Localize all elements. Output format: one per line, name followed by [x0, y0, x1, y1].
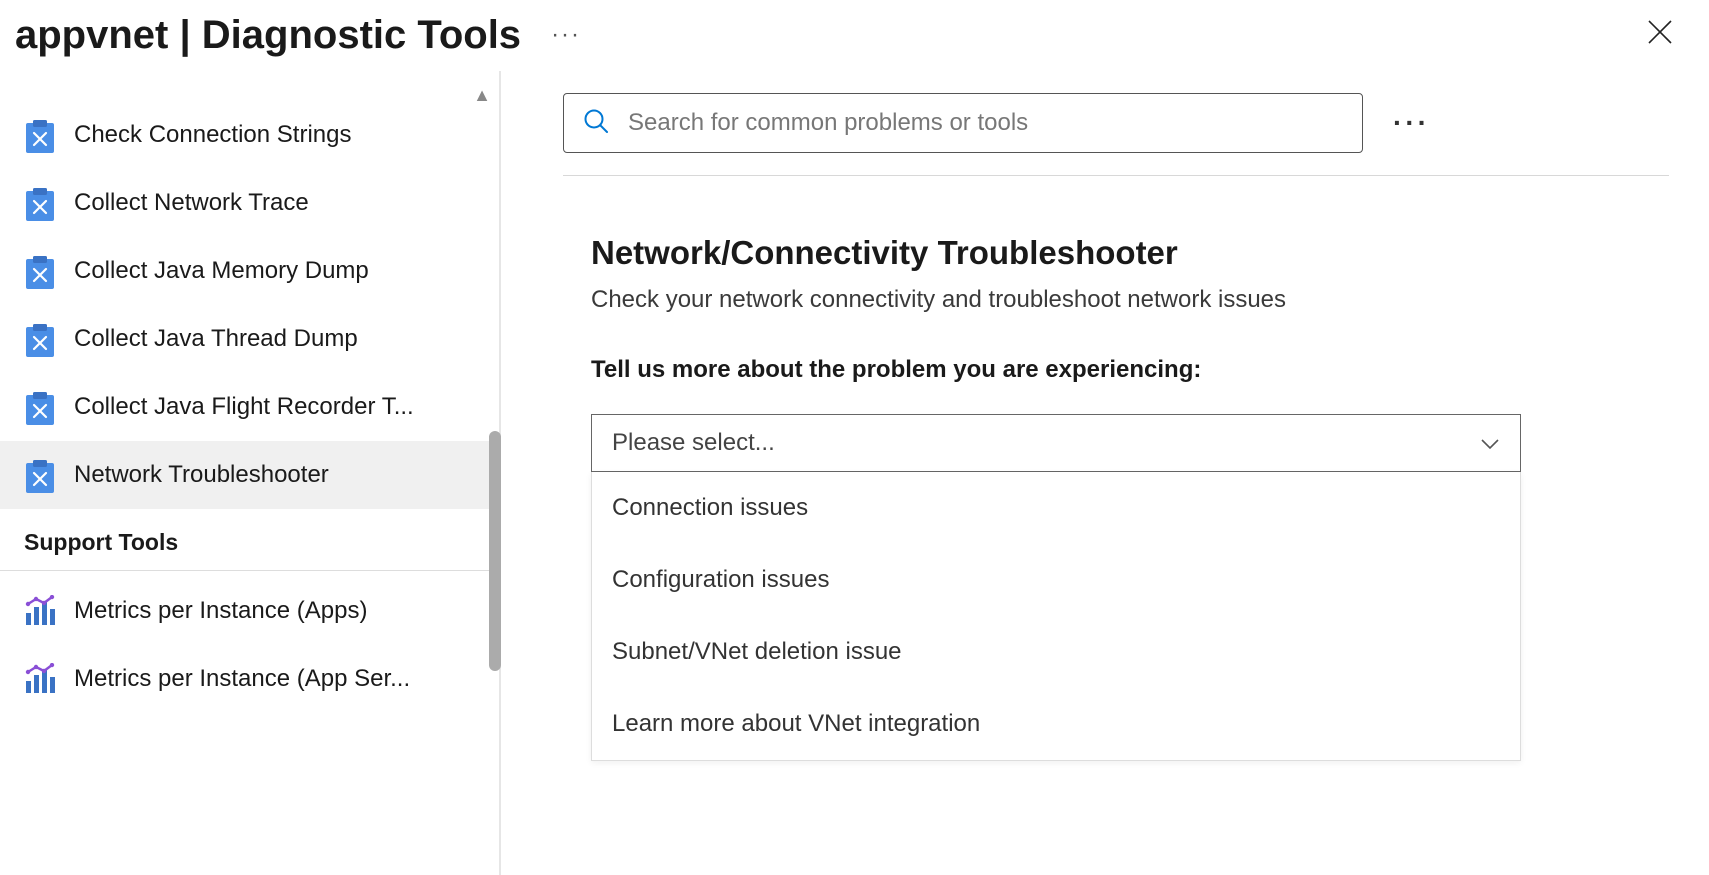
tools-icon [24, 255, 56, 287]
content-subtitle: Check your network connectivity and trou… [591, 286, 1641, 314]
prompt-label: Tell us more about the problem you are e… [591, 356, 1641, 384]
main-more-button[interactable]: ··· [1393, 107, 1430, 139]
sidebar-item-network-troubleshooter[interactable]: Network Troubleshooter [0, 441, 499, 509]
sidebar-item-metrics-app-service[interactable]: Metrics per Instance (App Ser... [0, 645, 499, 713]
chevron-down-icon [1480, 429, 1500, 457]
close-button[interactable] [1631, 11, 1689, 60]
problem-select[interactable]: Please select... [591, 414, 1521, 472]
sidebar-section-header: Support Tools [0, 509, 499, 571]
scrollbar-thumb[interactable] [489, 431, 501, 671]
sidebar-item-label: Check Connection Strings [74, 121, 351, 149]
sidebar-item-label: Metrics per Instance (App Ser... [74, 665, 410, 693]
header: appvnet | Diagnostic Tools ··· [0, 0, 1709, 70]
search-icon [582, 107, 610, 140]
tools-icon [24, 187, 56, 219]
tools-icon [24, 391, 56, 423]
header-more-button[interactable]: ··· [551, 21, 581, 49]
metrics-icon [24, 595, 56, 627]
sidebar-item-metrics-apps[interactable]: Metrics per Instance (Apps) [0, 577, 499, 645]
dropdown-option-configuration-issues[interactable]: Configuration issues [592, 544, 1520, 616]
problem-dropdown: Connection issues Configuration issues S… [591, 472, 1521, 761]
sidebar-item-collect-java-flight-recorder[interactable]: Collect Java Flight Recorder T... [0, 373, 499, 441]
sidebar: ▲ Check Connection Strings Collect Netwo… [0, 71, 501, 875]
sidebar-item-label: Collect Java Flight Recorder T... [74, 393, 414, 421]
sidebar-item-label: Metrics per Instance (Apps) [74, 597, 367, 625]
sidebar-item-collect-java-memory-dump[interactable]: Collect Java Memory Dump [0, 237, 499, 305]
sidebar-item-check-connection-strings[interactable]: Check Connection Strings [0, 101, 499, 169]
main-panel: ··· Network/Connectivity Troubleshooter … [501, 71, 1709, 875]
sidebar-item-label: Network Troubleshooter [74, 461, 329, 489]
metrics-icon [24, 663, 56, 695]
search-box[interactable] [563, 93, 1363, 153]
sidebar-item-label: Collect Java Memory Dump [74, 257, 369, 285]
tools-icon [24, 323, 56, 355]
sidebar-item-label: Collect Network Trace [74, 189, 309, 217]
close-icon [1647, 19, 1673, 45]
tools-icon [24, 459, 56, 491]
sidebar-item-collect-network-trace[interactable]: Collect Network Trace [0, 169, 499, 237]
sidebar-item-label: Collect Java Thread Dump [74, 325, 358, 353]
select-placeholder: Please select... [612, 429, 775, 457]
dropdown-option-learn-vnet-integration[interactable]: Learn more about VNet integration [592, 688, 1520, 760]
sidebar-item-collect-java-thread-dump[interactable]: Collect Java Thread Dump [0, 305, 499, 373]
search-input[interactable] [628, 109, 1344, 137]
tools-icon [24, 119, 56, 151]
dropdown-option-subnet-vnet-deletion[interactable]: Subnet/VNet deletion issue [592, 616, 1520, 688]
page-title: appvnet | Diagnostic Tools [15, 13, 521, 58]
content-title: Network/Connectivity Troubleshooter [591, 234, 1641, 272]
scroll-up-icon[interactable]: ▲ [473, 85, 491, 106]
dropdown-option-connection-issues[interactable]: Connection issues [592, 472, 1520, 544]
